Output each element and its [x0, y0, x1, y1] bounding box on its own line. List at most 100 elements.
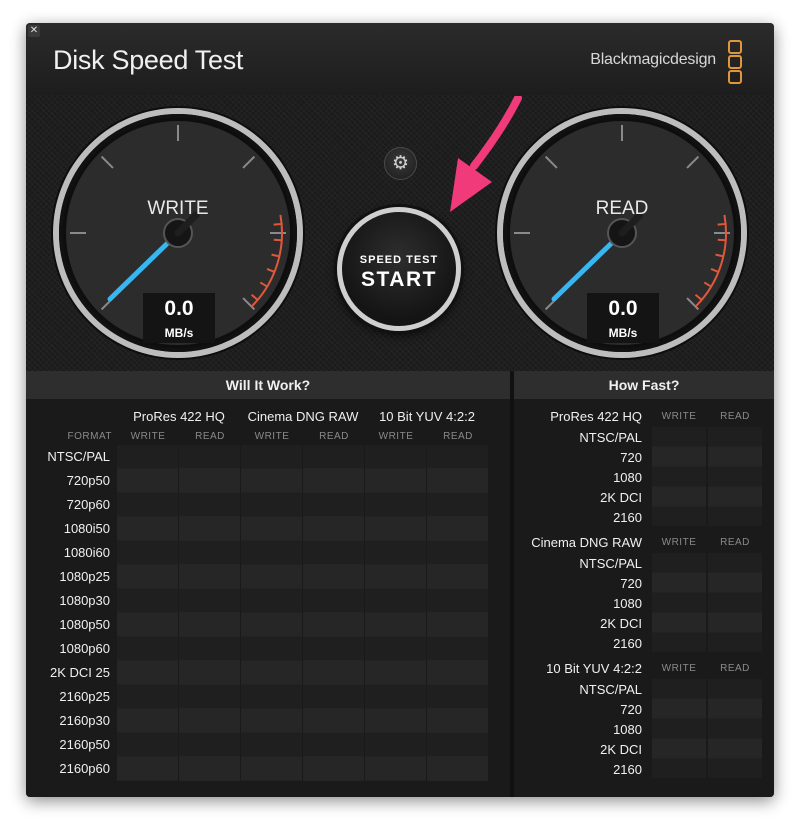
how-fast-write-header: WRITE [661, 411, 697, 422]
how-fast-cell [652, 427, 706, 446]
result-cell [427, 757, 488, 780]
how-fast-row-label: 2160 [613, 510, 642, 525]
result-cell [117, 709, 178, 732]
result-cell [179, 733, 240, 756]
result-cell [179, 469, 240, 492]
title-bar: Disk Speed Test Blackmagicdesign [26, 23, 774, 95]
result-cell [365, 445, 426, 468]
result-cell [241, 733, 302, 756]
result-column [365, 445, 426, 781]
how-fast-cell [652, 447, 706, 466]
result-cell [241, 589, 302, 612]
result-cell [427, 445, 488, 468]
result-cell [427, 589, 488, 612]
result-cell [365, 733, 426, 756]
result-cell [179, 517, 240, 540]
format-header: FORMAT [67, 431, 112, 442]
result-cell [179, 445, 240, 468]
result-cell [241, 565, 302, 588]
result-cell [241, 661, 302, 684]
how-fast-column [708, 553, 762, 652]
how-fast-cell [708, 739, 762, 758]
result-cell [303, 613, 364, 636]
format-row-label: 720p60 [66, 497, 110, 512]
result-cell [241, 541, 302, 564]
result-cell [179, 493, 240, 516]
result-cell [427, 517, 488, 540]
result-cell [427, 469, 488, 492]
how-fast-cell [708, 633, 762, 652]
format-row-label: NTSC/PAL [47, 449, 110, 464]
result-cell [365, 709, 426, 732]
format-row-label: 2160p50 [59, 737, 110, 752]
result-cell [303, 685, 364, 708]
read-speed-unit: MB/s [608, 326, 638, 340]
how-fast-read-header: READ [720, 537, 750, 548]
how-fast-cell [652, 553, 706, 572]
codec-header: 10 Bit YUV 4:2:2 [379, 409, 475, 424]
result-cell [303, 709, 364, 732]
how-fast-write-header: WRITE [661, 537, 697, 548]
how-fast-cell [652, 507, 706, 526]
how-fast-write-header: WRITE [661, 663, 697, 674]
format-row-label: 2160p25 [59, 689, 110, 704]
how-fast-cell [652, 487, 706, 506]
result-cell [365, 541, 426, 564]
start-button[interactable]: SPEED TEST START [337, 207, 461, 331]
write-column-header: WRITE [378, 431, 414, 442]
result-cell [303, 661, 364, 684]
result-cell [303, 517, 364, 540]
how-fast-row-label: NTSC/PAL [579, 682, 642, 697]
result-cell [117, 445, 178, 468]
result-cell [303, 469, 364, 492]
how-fast-row-label: NTSC/PAL [579, 430, 642, 445]
result-cell [365, 613, 426, 636]
result-cell [117, 733, 178, 756]
write-column-header: WRITE [254, 431, 290, 442]
result-cell [241, 517, 302, 540]
result-cell [179, 661, 240, 684]
gauge-panel: WRITE 0.0 MB/s READ 0.0 MB/s ⚙ SPEED TES… [26, 95, 774, 371]
result-cell [179, 685, 240, 708]
how-fast-cell [708, 759, 762, 778]
result-cell [117, 493, 178, 516]
read-speed-readout: 0.0 MB/s [587, 293, 659, 343]
result-column [241, 445, 302, 781]
how-fast-column [652, 427, 706, 526]
result-cell [179, 565, 240, 588]
result-cell [241, 469, 302, 492]
result-cell [303, 589, 364, 612]
result-cell [427, 685, 488, 708]
result-cell [303, 733, 364, 756]
format-row-label: 1080p60 [59, 641, 110, 656]
how-fast-column [708, 679, 762, 778]
write-speed-readout: 0.0 MB/s [143, 293, 215, 343]
result-cell [117, 469, 178, 492]
how-fast-cell [708, 447, 762, 466]
how-fast-row-label: 2K DCI [600, 616, 642, 631]
how-fast-row-label: 2K DCI [600, 742, 642, 757]
format-row-label: 1080p30 [59, 593, 110, 608]
format-row-label: 1080i60 [63, 545, 110, 560]
brand-name: Blackmagicdesign [590, 51, 716, 68]
result-cell [241, 613, 302, 636]
result-cell [303, 565, 364, 588]
close-icon[interactable]: ✕ [28, 25, 40, 37]
result-cell [427, 493, 488, 516]
result-cell [241, 709, 302, 732]
how-fast-row-label: 1080 [613, 722, 642, 737]
settings-button[interactable]: ⚙ [384, 147, 417, 180]
result-cell [117, 517, 178, 540]
result-cell [179, 709, 240, 732]
write-gauge-label: WRITE [147, 198, 209, 219]
how-fast-cell [708, 613, 762, 632]
how-fast-cell [652, 613, 706, 632]
start-button-caption: SPEED TEST [359, 254, 439, 266]
format-row-label: 720p50 [66, 473, 110, 488]
format-row-label: 1080i50 [63, 521, 110, 536]
result-cell [365, 517, 426, 540]
will-it-work-header: Will It Work? [26, 371, 510, 399]
result-cell [365, 757, 426, 780]
read-speed-value: 0.0 [608, 297, 638, 320]
how-fast-row-label: NTSC/PAL [579, 556, 642, 571]
